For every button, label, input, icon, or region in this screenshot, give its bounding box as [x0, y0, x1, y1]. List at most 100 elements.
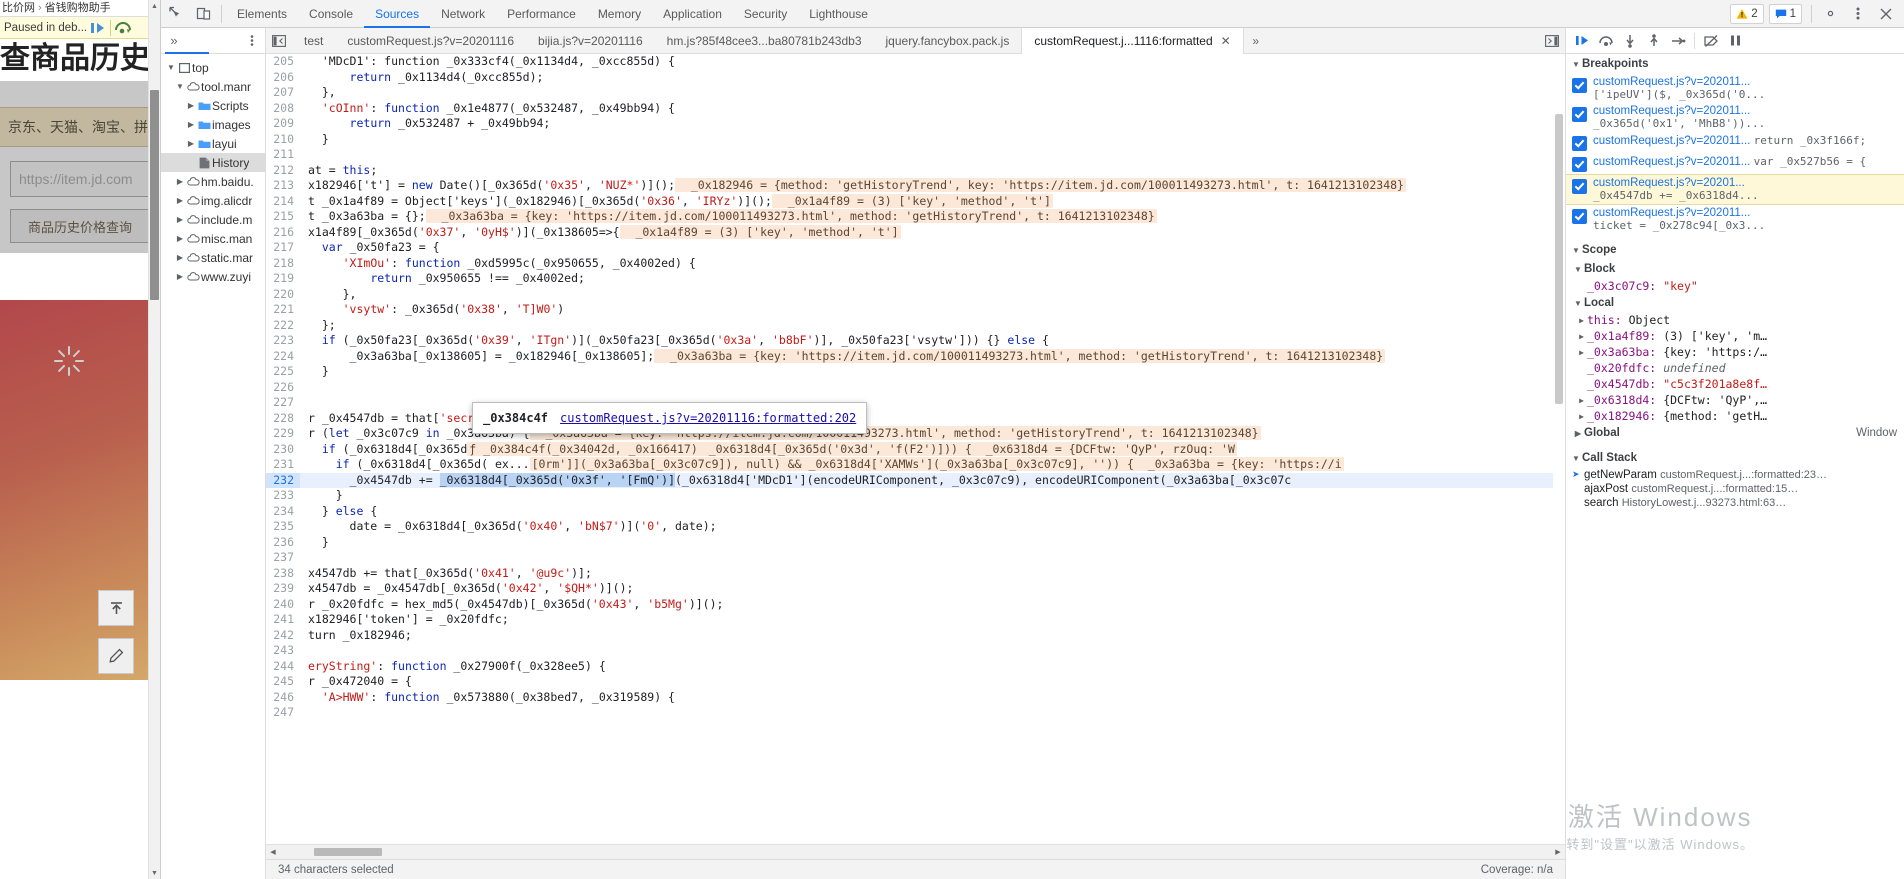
collapse-arrow-icon[interactable]: ▼ [1572, 265, 1584, 274]
expand-arrow-icon[interactable]: ▶ [185, 139, 197, 148]
code-line[interactable]: 241x182946['token'] = _0x20fdfc; [266, 612, 1565, 628]
code-line[interactable]: 210 } [266, 132, 1565, 148]
scope-global-header[interactable]: ▶ Global Window [1566, 424, 1904, 442]
code-line[interactable]: 247 [266, 705, 1565, 721]
tree-node-imgalicdn[interactable]: ▶ img.alicdr [161, 191, 265, 210]
tree-node-top[interactable]: ▼ top [161, 58, 265, 77]
expand-arrow-icon[interactable]: ▶ [174, 196, 186, 205]
collapse-arrow-icon[interactable]: ▼ [1570, 246, 1582, 255]
code-line[interactable]: 221 'vsytw': _0x365d('0x38', 'T]W0') [266, 302, 1565, 318]
scope-variable-row[interactable]: ▶ this: Object [1566, 312, 1904, 328]
code-line[interactable]: 239x4547db = _0x4547db[_0x365d('0x42', '… [266, 581, 1565, 597]
expand-arrow-icon[interactable]: ▶ [174, 215, 186, 224]
code-line[interactable]: 233 } [266, 488, 1565, 504]
tree-node-misc[interactable]: ▶ misc.man [161, 229, 265, 248]
line-number[interactable]: 229 [266, 426, 300, 442]
code-line[interactable]: 234 } else { [266, 504, 1565, 520]
editor-scroll-thumb[interactable] [1555, 114, 1563, 404]
editor-tab-customrequest[interactable]: customRequest.js?v=20201116 [335, 28, 526, 54]
code-line[interactable]: 227 [266, 395, 1565, 411]
tree-node-images[interactable]: ▶ images [161, 115, 265, 134]
tree-node-scripts[interactable]: ▶ Scripts [161, 96, 265, 115]
scope-variable-row[interactable]: ▶ _0x1a4f89: (3) ['key', 'm… [1566, 328, 1904, 344]
code-line[interactable]: 220 }, [266, 287, 1565, 303]
code-line[interactable]: 209 return _0x532487 + _0x49bb94; [266, 116, 1565, 132]
settings-gear-icon[interactable] [1816, 1, 1844, 27]
code-line[interactable]: 223 if (_0x50fa23[_0x365d('0x39', 'ITgn'… [266, 333, 1565, 349]
tab-performance[interactable]: Performance [496, 0, 587, 28]
breakpoint-item[interactable]: customRequest.js?v=202011... var _0x527b… [1566, 153, 1904, 174]
line-number[interactable]: 247 [266, 705, 300, 721]
breakpoint-item[interactable]: customRequest.js?v=202011... return _0x3… [1566, 132, 1904, 153]
back-to-top-button[interactable] [98, 590, 134, 626]
tree-node-static[interactable]: ▶ static.mar [161, 248, 265, 267]
feedback-pencil-button[interactable] [98, 638, 134, 674]
tree-node-include[interactable]: ▶ include.m [161, 210, 265, 229]
inspect-element-icon[interactable] [161, 1, 189, 27]
tree-node-layui[interactable]: ▶ layui [161, 134, 265, 153]
code-line[interactable]: 237 [266, 550, 1565, 566]
scope-variable-row[interactable]: _0x4547db: "c5c3f201a8e8f… [1566, 376, 1904, 392]
line-number[interactable]: 228 [266, 411, 300, 427]
breakpoint-checkbox[interactable] [1572, 179, 1587, 194]
navigator-more-tabs-icon[interactable]: » [161, 28, 187, 54]
code-line[interactable]: 246 'A>HWW': function _0x573880(_0x38bed… [266, 690, 1565, 706]
product-url-input[interactable]: https://item.jd.com [10, 161, 150, 197]
line-number[interactable]: 243 [266, 643, 300, 659]
line-number[interactable]: 235 [266, 519, 300, 535]
code-line[interactable]: 245r _0x472040 = { [266, 674, 1565, 690]
tab-security[interactable]: Security [733, 0, 798, 28]
code-line[interactable]: 213x182946['t'] = new Date()[_0x365d('0x… [266, 178, 1565, 194]
callstack-section-header[interactable]: ▼ Call Stack [1566, 448, 1904, 468]
scope-section-header[interactable]: ▼ Scope [1566, 240, 1904, 260]
expand-arrow-icon[interactable]: ▶ [174, 253, 186, 262]
line-number[interactable]: 225 [266, 364, 300, 380]
line-number[interactable]: 210 [266, 132, 300, 148]
deactivate-breakpoints-icon[interactable] [1699, 29, 1723, 53]
code-line[interactable]: 235 date = _0x6318d4[_0x365d('0x40', 'bN… [266, 519, 1565, 535]
line-number[interactable]: 226 [266, 380, 300, 396]
line-number[interactable]: 244 [266, 659, 300, 675]
code-line[interactable]: 242turn _0x182946; [266, 628, 1565, 644]
editor-vertical-scrollbar[interactable] [1553, 54, 1565, 844]
tree-node-wwwzuyi[interactable]: ▶ www.zuyi [161, 267, 265, 286]
line-number[interactable]: 209 [266, 116, 300, 132]
line-number[interactable]: 224 [266, 349, 300, 365]
line-number[interactable]: 206 [266, 70, 300, 86]
line-number[interactable]: 240 [266, 597, 300, 613]
expand-arrow-icon[interactable]: ▶ [185, 120, 197, 129]
popup-source-link[interactable]: customRequest.js?v=20201116:formatted:20… [560, 411, 856, 425]
tree-node-toolmanr[interactable]: ▼ tool.manr [161, 77, 265, 96]
scope-variable-row[interactable]: ▶ _0x182946: {method: 'getH… [1566, 408, 1904, 424]
code-line[interactable]: 238x4547db += that[_0x365d('0x41', '@u9c… [266, 566, 1565, 582]
editor-tab-customrequest-formatted[interactable]: customRequest.j...1116:formatted ✕ [1021, 28, 1243, 54]
tab-sources[interactable]: Sources [364, 0, 430, 28]
resume-script-icon[interactable] [87, 18, 109, 38]
line-number[interactable]: 246 [266, 690, 300, 706]
line-number[interactable]: 222 [266, 318, 300, 334]
line-number[interactable]: 217 [266, 240, 300, 256]
devtools-kebab-menu-icon[interactable] [1844, 1, 1872, 27]
line-number[interactable]: 214 [266, 194, 300, 210]
scope-variable-row[interactable]: _0x3c07c9: "key" [1566, 278, 1904, 294]
scope-variable-row[interactable]: _0x20fdfc: undefined [1566, 360, 1904, 376]
code-line[interactable]: 231 if (_0x6318d4[_0x365d( ex...[0rm']](… [266, 457, 1565, 473]
line-number[interactable]: 221 [266, 302, 300, 318]
scroll-down-arrow-icon[interactable]: ▼ [149, 867, 160, 879]
step-icon[interactable] [1666, 29, 1690, 53]
expand-arrow-icon[interactable]: ▶ [174, 234, 186, 243]
step-over-icon[interactable] [112, 18, 134, 38]
line-number[interactable]: 227 [266, 395, 300, 411]
tab-elements[interactable]: Elements [226, 0, 298, 28]
line-number[interactable]: 212 [266, 163, 300, 179]
expand-arrow-icon[interactable]: ▶ [1576, 412, 1587, 421]
scroll-up-arrow-icon[interactable]: ▲ [149, 0, 160, 12]
line-number[interactable]: 232 [266, 473, 300, 489]
editor-tab-hm[interactable]: hm.js?85f48cee3...ba80781b243db3 [655, 28, 874, 54]
breadcrumb-item-b[interactable]: 省钱购物助手 [45, 2, 111, 14]
breakpoint-checkbox[interactable] [1572, 157, 1587, 172]
line-number[interactable]: 220 [266, 287, 300, 303]
code-editor[interactable]: 205 'MDcD1': function _0x333cf4(_0x1134d… [266, 54, 1565, 844]
scope-variable-row[interactable]: ▶ _0x3a63ba: {key: 'https:/… [1566, 344, 1904, 360]
code-line[interactable]: 206 return _0x1134d4(_0xcc855d); [266, 70, 1565, 86]
